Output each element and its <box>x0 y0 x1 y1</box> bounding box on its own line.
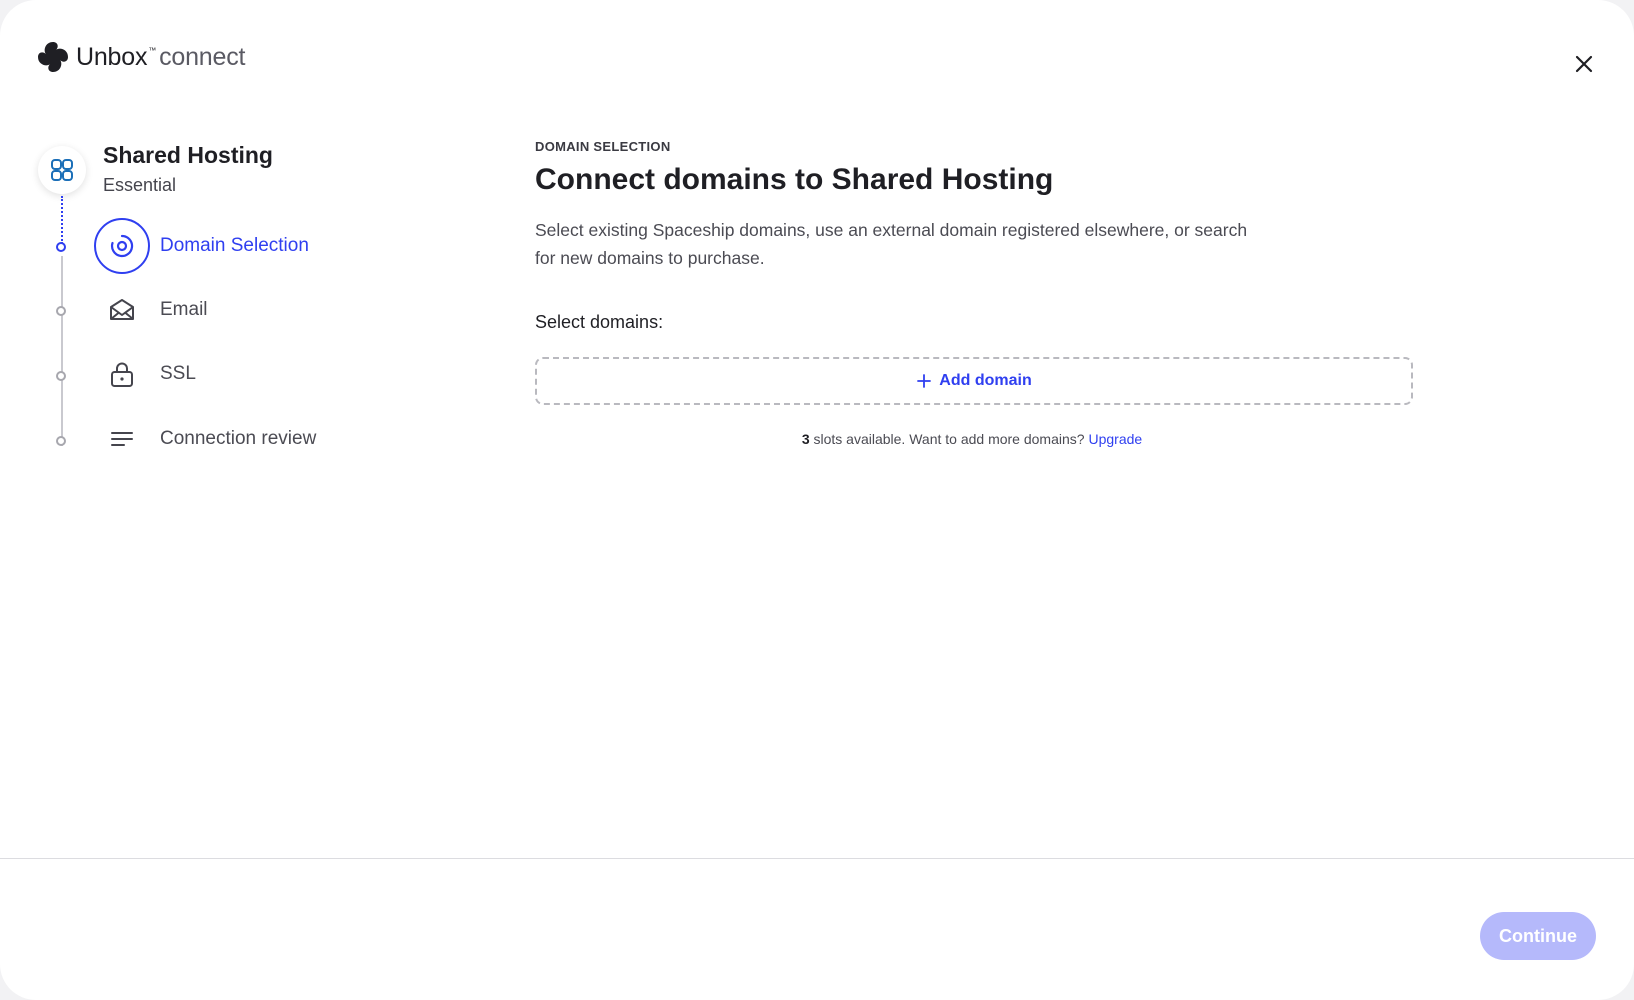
step-icon-wrap <box>94 282 150 338</box>
slots-count: 3 <box>801 431 810 447</box>
step-node-domain-selection <box>56 242 66 252</box>
lock-icon <box>111 362 133 387</box>
envelope-icon <box>110 299 134 320</box>
add-domain-label: Add domain <box>939 372 1032 389</box>
step-domain-selection[interactable]: Domain Selection <box>94 218 309 274</box>
target-icon <box>110 234 134 258</box>
close-button[interactable] <box>1570 50 1598 78</box>
step-icon-wrap <box>94 218 150 274</box>
brand-name: Unbox <box>76 42 148 71</box>
product-title: Shared Hosting <box>103 142 273 168</box>
page-title: Connect domains to Shared Hosting <box>535 163 1054 196</box>
continue-button[interactable]: Continue <box>1480 912 1596 960</box>
step-icon-wrap <box>94 411 150 467</box>
step-label-connection-review: Connection review <box>160 428 317 449</box>
add-domain-button[interactable]: Add domain <box>535 357 1413 405</box>
brand-sub: connect <box>159 42 246 71</box>
step-label-email: Email <box>160 299 208 320</box>
upgrade-link[interactable]: Upgrade <box>1088 431 1142 447</box>
step-node-connection-review <box>56 436 66 446</box>
step-node-email <box>56 306 66 316</box>
section-eyebrow: DOMAIN SELECTION <box>535 139 671 154</box>
product-plan: Essential <box>103 175 177 195</box>
step-connection-review[interactable]: Connection review <box>94 411 316 467</box>
select-domains-label: Select domains: <box>535 312 664 332</box>
brand-trademark: ™ <box>148 45 157 55</box>
step-node-ssl <box>56 371 66 381</box>
slots-text: slots available. Want to add more domain… <box>809 431 1089 447</box>
apps-grid-icon <box>51 159 73 181</box>
step-label-ssl: SSL <box>160 363 196 384</box>
step-email[interactable]: Email <box>94 282 208 338</box>
close-icon <box>1575 55 1593 73</box>
step-label-domain-selection: Domain Selection <box>160 235 309 256</box>
connect-modal: Unbox ™ connect Shared Hosting Essential <box>0 0 1634 1000</box>
footer-divider <box>0 858 1634 859</box>
progress-rail <box>61 256 63 446</box>
step-icon-wrap <box>94 346 150 402</box>
plus-icon <box>917 374 932 388</box>
product-icon-badge <box>38 146 86 194</box>
list-lines-icon <box>111 432 133 446</box>
step-ssl[interactable]: SSL <box>94 346 196 402</box>
page-description: Select existing Spaceship domains, use a… <box>535 220 1248 268</box>
progress-rail-dotted <box>61 196 63 244</box>
slots-info: 3 slots available. Want to add more doma… <box>535 431 1409 447</box>
brand-logo: Unbox ™ connect <box>36 40 245 74</box>
logo-mark-icon <box>38 42 68 72</box>
